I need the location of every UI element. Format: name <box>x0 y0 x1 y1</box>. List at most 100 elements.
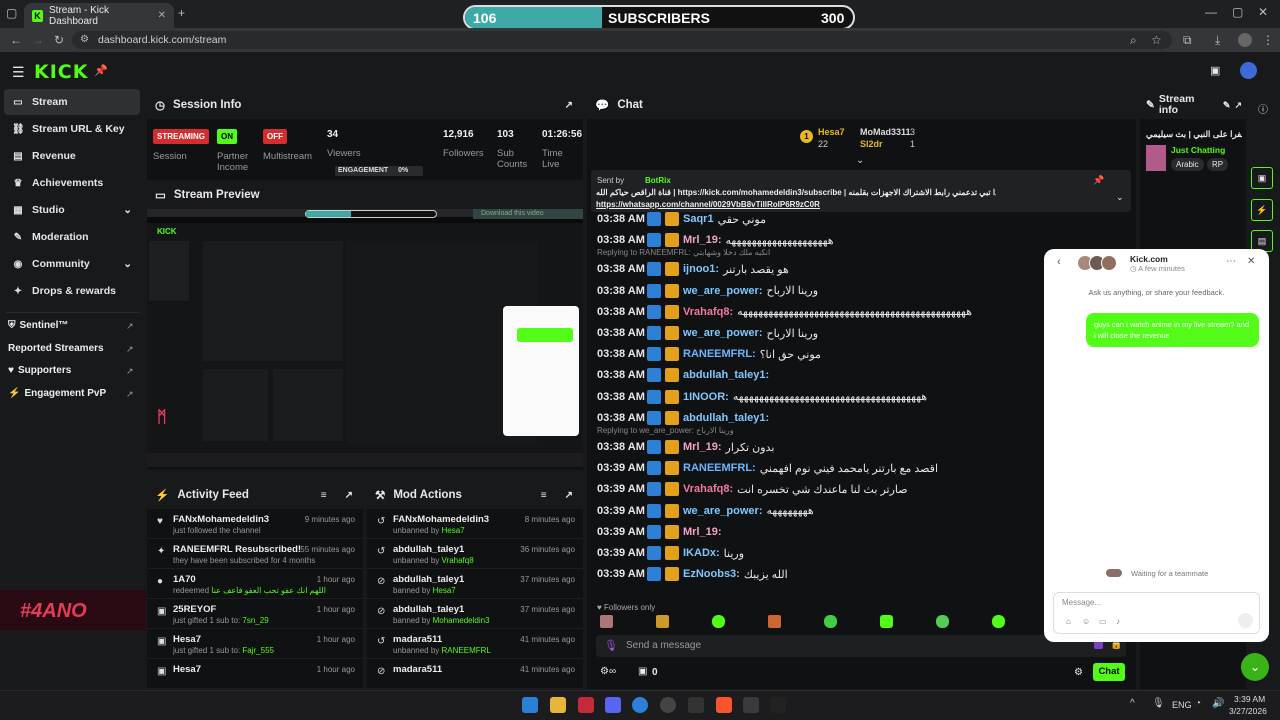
sidebar-item-stream[interactable]: ▭ Stream <box>4 89 140 115</box>
reload-icon[interactable]: ↻ <box>54 33 64 47</box>
chat-message[interactable]: 03:38 AM abdullah_taley1: <box>597 408 773 428</box>
forward-icon[interactable]: → <box>32 33 44 47</box>
chat-username[interactable]: RANEEMFRL: <box>683 348 756 360</box>
chat-username[interactable]: we_are_power: <box>683 285 762 297</box>
zoom-icon[interactable]: ⌕ <box>1130 33 1137 48</box>
sidebar-link-pvp[interactable]: ⚡ Engagement PvP <box>8 388 106 399</box>
menu-icon[interactable]: ☰ <box>12 64 25 81</box>
browser-tab[interactable]: K Stream - Kick Dashboard ✕ <box>24 3 174 28</box>
chat-username[interactable]: RANEEMFRL: <box>683 462 756 474</box>
send-icon[interactable] <box>1238 613 1253 628</box>
filter-icon[interactable]: ≡ <box>541 490 547 501</box>
tray-chevron-icon[interactable]: ^ <box>1130 698 1135 709</box>
brave-icon[interactable] <box>716 697 732 713</box>
mic-icon[interactable]: 🎙 <box>604 639 618 652</box>
emote[interactable] <box>712 615 725 628</box>
chat-username[interactable]: Mrl_19: <box>683 526 722 538</box>
chat-message[interactable]: 03:38 AM RANEEMFRL: موني حق انا؟ <box>597 344 821 364</box>
chat-message[interactable]: 03:39 AM Vrahafq8: صارتر بث لنا ماعندك شي … <box>597 479 908 499</box>
download-video-button[interactable]: Download this video <box>473 209 583 219</box>
activity-name[interactable]: RANEEMFRL Resubscribed! <box>173 544 301 555</box>
app-icon-square[interactable] <box>743 697 759 713</box>
chat-message[interactable]: 03:39 AM IKADx: ورينا <box>597 543 744 563</box>
mic-icon[interactable]: ♪ <box>1116 617 1120 626</box>
emote[interactable] <box>824 615 837 628</box>
chat-message[interactable]: 03:39 AM EzNoobs3: الله يزيبك <box>597 564 788 584</box>
url-field[interactable]: dashboard.kick.com/stream <box>72 31 1172 49</box>
chat-message[interactable]: 03:38 AM Vrahafq8: ههههههههههههههههههههههه… <box>597 302 972 322</box>
mod-target[interactable]: abdullah_taley1 <box>393 604 464 615</box>
more-options-icon[interactable]: ⋯ <box>1226 256 1236 267</box>
emote[interactable] <box>936 615 949 628</box>
app-icon-circle[interactable] <box>660 697 676 713</box>
popout-icon[interactable]: ↗ <box>1234 100 1242 111</box>
partner-income-badge[interactable]: ON <box>217 129 237 144</box>
emoji-icon[interactable]: ☺ <box>1082 617 1090 626</box>
sidebar-item-stream-url[interactable]: ⛓ Stream URL & Key <box>4 116 140 142</box>
send-chat-button[interactable]: Chat <box>1093 663 1125 681</box>
chat-message[interactable]: 03:38 AM we_are_power: ورينا الارباح <box>597 323 818 343</box>
site-info-icon[interactable]: ⚙ <box>80 34 89 45</box>
back-icon[interactable]: ← <box>10 33 22 47</box>
file-explorer-icon[interactable] <box>550 697 566 713</box>
sidebar-item-revenue[interactable]: ▤ Revenue <box>4 143 140 169</box>
user-avatar[interactable] <box>1240 62 1257 79</box>
sidebar-link-reported[interactable]: Reported Streamers <box>8 343 104 354</box>
minimize-icon[interactable]: — <box>1205 5 1217 19</box>
chat-settings-icon[interactable]: ⚙ <box>1074 667 1083 678</box>
support-launcher-button[interactable]: ⌄ <box>1241 653 1269 681</box>
close-icon[interactable]: ✕ <box>1247 256 1255 267</box>
mn-app-icon[interactable] <box>770 697 786 713</box>
chat-message[interactable]: 03:38 AM abdullah_taley1: <box>597 365 773 385</box>
chat-message[interactable]: 03:39 AM we_are_power: ههههههههه <box>597 501 814 521</box>
chrome-icon[interactable] <box>632 697 648 713</box>
stream-preview-video[interactable]: Download this video KICK ᛗ <box>147 209 583 467</box>
start-icon[interactable] <box>522 697 538 713</box>
emote[interactable] <box>768 615 781 628</box>
chat-message[interactable]: 03:38 AM 1INOOR: ههههههههههههههههههههههههه… <box>597 387 927 407</box>
chat-message[interactable]: 03:39 AM Mrl_19: <box>597 522 726 542</box>
chat-username[interactable]: 1INOOR: <box>683 391 729 403</box>
pinned-bot-name[interactable]: BotRix <box>645 176 671 185</box>
volume-icon[interactable]: 🔊 <box>1212 698 1224 709</box>
chat-username[interactable]: Vrahafq8: <box>683 306 733 318</box>
leaderboard-expand-icon[interactable]: ⌄ <box>856 155 864 166</box>
tab-close-icon[interactable]: ✕ <box>158 10 166 21</box>
sidebar-link-supporters[interactable]: ♥ Supporters <box>8 365 71 376</box>
epic-games-icon[interactable] <box>688 697 704 713</box>
language-indicator[interactable]: ENG <box>1172 700 1192 710</box>
emote[interactable] <box>992 615 1005 628</box>
chat-message[interactable]: 03:38 AM ijnoo1: هو يقصد بارتنر <box>597 259 789 279</box>
pin-icon[interactable]: 📌 <box>94 64 108 77</box>
close-window-icon[interactable]: ✕ <box>1258 5 1268 19</box>
kick-logo[interactable]: KICK <box>34 61 88 83</box>
activity-name[interactable]: 1A70 <box>173 574 196 585</box>
emote[interactable] <box>600 615 613 628</box>
emote[interactable] <box>880 615 893 628</box>
new-tab-icon[interactable]: + <box>178 6 185 20</box>
info-icon[interactable]: ⓘ <box>1258 101 1268 116</box>
network-icon[interactable]: ◔ <box>1195 698 1201 709</box>
mod-target[interactable]: madara511 <box>393 634 442 645</box>
chat-message[interactable]: 03:38 AM Mrl_19: ههههههههههههههههههههه <box>597 230 834 250</box>
maximize-icon[interactable]: ▢ <box>1232 5 1243 19</box>
sidebar-item-studio[interactable]: ▦ Studio ⌄ <box>4 197 140 223</box>
discord-icon[interactable] <box>605 697 621 713</box>
sidebar-item-community[interactable]: ◉ Community ⌄ <box>4 251 140 277</box>
chat-username[interactable]: Saqr1 <box>683 213 714 225</box>
chat-message[interactable]: 03:38 AM Mrl_19: بدون تكرار <box>597 437 774 457</box>
pinned-link[interactable]: https://whatsapp.com/channel/0029VbB8vTi… <box>596 200 820 209</box>
download-icon[interactable]: ⤓ <box>1215 33 1220 48</box>
chat-message[interactable]: 03:39 AM RANEEMFRL: اقصد مع بارتنر يامحمد … <box>597 458 938 478</box>
leaderboard-name-1[interactable]: Hesa7 <box>818 127 845 137</box>
leaderboard-name-2[interactable]: MoMad3311 <box>860 127 911 137</box>
emote[interactable] <box>656 615 669 628</box>
app-icon-a[interactable] <box>578 697 594 713</box>
chat-username[interactable]: abdullah_taley1: <box>683 369 769 381</box>
stream-mode-icon[interactable]: ▣ <box>1210 64 1220 77</box>
bookmark-icon[interactable]: ☆ <box>1151 33 1162 47</box>
chat-username[interactable]: we_are_power: <box>683 327 762 339</box>
attach-icon[interactable]: ⌂ <box>1066 617 1071 626</box>
quick-action-button[interactable]: ⚡ <box>1251 199 1273 221</box>
sidebar-item-moderation[interactable]: ✎ Moderation <box>4 224 140 250</box>
